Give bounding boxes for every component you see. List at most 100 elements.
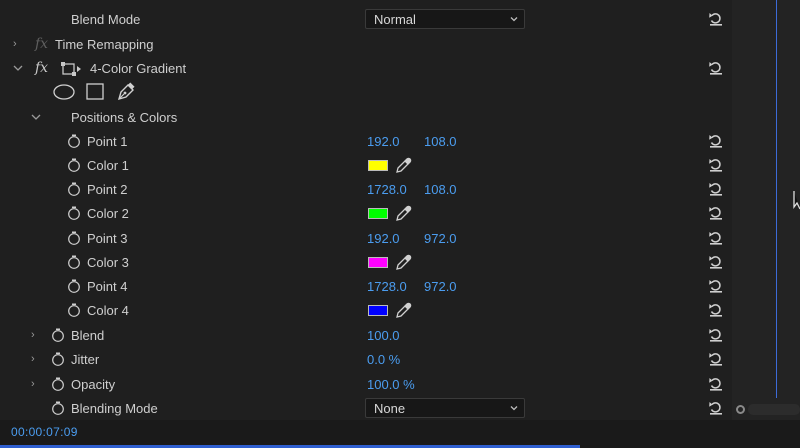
collapse-arrow-icon[interactable]: [13, 64, 23, 72]
time-remapping-label: Time Remapping: [55, 37, 154, 52]
reset-icon[interactable]: [708, 328, 724, 342]
point-1-y-value[interactable]: 108.0: [424, 134, 457, 149]
point-1-label: Point 1: [87, 134, 128, 149]
eyedropper-icon[interactable]: [395, 205, 412, 222]
point-3-y-value[interactable]: 972.0: [424, 231, 457, 246]
expand-arrow-icon[interactable]: ›: [13, 38, 17, 50]
row-opacity: › Opacity 100.0 %: [0, 373, 732, 397]
color-4-label: Color 4: [87, 303, 129, 318]
timecode[interactable]: 00:00:07:09: [11, 425, 78, 439]
zoom-scrollbar[interactable]: [748, 404, 800, 415]
expand-arrow-icon[interactable]: ›: [31, 353, 35, 365]
reset-icon[interactable]: [708, 377, 724, 391]
reset-icon[interactable]: [708, 303, 724, 317]
expand-arrow-icon[interactable]: ›: [31, 329, 35, 341]
stopwatch-icon[interactable]: [51, 377, 65, 391]
reset-icon[interactable]: [708, 158, 724, 172]
row-color-3: Color 3: [0, 251, 732, 275]
mouse-cursor-icon: [793, 191, 800, 210]
blending-mode-dropdown[interactable]: None: [365, 398, 525, 418]
stopwatch-icon[interactable]: [67, 255, 81, 269]
color-4-swatch[interactable]: [368, 305, 388, 316]
stopwatch-icon[interactable]: [51, 401, 65, 415]
blend-mode-value: Normal: [374, 12, 416, 27]
color-3-label: Color 3: [87, 255, 129, 270]
point-4-x-value[interactable]: 1728.0: [367, 279, 407, 294]
positions-colors-label: Positions & Colors: [71, 110, 178, 125]
reset-icon[interactable]: [708, 134, 724, 148]
row-color-2: Color 2: [0, 202, 732, 226]
eyedropper-icon[interactable]: [395, 157, 412, 174]
collapse-arrow-icon[interactable]: [31, 113, 41, 121]
row-4-color-gradient: fx 4-Color Gradient: [0, 57, 732, 81]
color-2-label: Color 2: [87, 206, 129, 221]
reset-icon[interactable]: [708, 61, 724, 75]
row-point-2: Point 2 1728.0 108.0: [0, 178, 732, 202]
gradient-effect-label: 4-Color Gradient: [90, 61, 187, 76]
stopwatch-icon[interactable]: [67, 182, 81, 196]
blend-value[interactable]: 100.0: [367, 328, 400, 343]
point-3-x-value[interactable]: 192.0: [367, 231, 400, 246]
stopwatch-icon[interactable]: [51, 328, 65, 342]
point-2-x-value[interactable]: 1728.0: [367, 182, 407, 197]
color-3-swatch[interactable]: [368, 257, 388, 268]
transform-icon[interactable]: [60, 61, 82, 77]
timeline-area[interactable]: [732, 0, 800, 420]
rectangle-mask-icon[interactable]: [86, 83, 104, 101]
pen-mask-icon[interactable]: [116, 82, 136, 102]
point-4-label: Point 4: [87, 279, 128, 294]
stopwatch-icon[interactable]: [67, 206, 81, 220]
blending-mode-label: Blending Mode: [71, 401, 158, 416]
color-1-swatch[interactable]: [368, 160, 388, 171]
expand-arrow-icon[interactable]: ›: [31, 378, 35, 390]
stopwatch-icon[interactable]: [67, 279, 81, 293]
row-point-4: Point 4 1728.0 972.0: [0, 275, 732, 299]
point-3-label: Point 3: [87, 231, 128, 246]
point-4-y-value[interactable]: 972.0: [424, 279, 457, 294]
playhead[interactable]: [776, 0, 777, 398]
footer-bar: 00:00:07:09: [0, 420, 800, 448]
reset-icon[interactable]: [708, 206, 724, 220]
reset-icon[interactable]: [708, 12, 724, 26]
effect-controls-panel: Blend Mode Normal › fx Time Remapping fx…: [0, 0, 732, 420]
row-blend-mode: Blend Mode Normal: [0, 8, 732, 32]
color-1-label: Color 1: [87, 158, 129, 173]
chevron-down-icon: [510, 406, 518, 411]
fx-icon[interactable]: fx: [35, 60, 48, 76]
jitter-label: Jitter: [71, 352, 100, 367]
blend-mode-label: Blend Mode: [71, 12, 141, 27]
reset-icon[interactable]: [708, 255, 724, 269]
stopwatch-icon[interactable]: [67, 303, 81, 317]
reset-icon[interactable]: [708, 231, 724, 245]
color-2-swatch[interactable]: [368, 208, 388, 219]
ellipse-mask-icon[interactable]: [53, 84, 75, 100]
reset-icon[interactable]: [708, 401, 724, 415]
row-positions-colors: Positions & Colors: [0, 106, 732, 130]
opacity-value[interactable]: 100.0 %: [367, 377, 415, 392]
row-jitter: › Jitter 0.0 %: [0, 348, 732, 372]
point-1-x-value[interactable]: 192.0: [367, 134, 400, 149]
blend-label: Blend: [71, 328, 105, 343]
mask-tools: [0, 80, 732, 104]
point-2-y-value[interactable]: 108.0: [424, 182, 457, 197]
row-blend: › Blend 100.0: [0, 324, 732, 348]
stopwatch-icon[interactable]: [67, 158, 81, 172]
row-time-remapping: › fx Time Remapping: [0, 33, 732, 57]
opacity-label: Opacity: [71, 377, 116, 392]
stopwatch-icon[interactable]: [67, 134, 81, 148]
eyedropper-icon[interactable]: [395, 254, 412, 271]
reset-icon[interactable]: [708, 352, 724, 366]
fx-icon[interactable]: fx: [35, 36, 48, 52]
zoom-scroll-handle[interactable]: [736, 405, 745, 414]
stopwatch-icon[interactable]: [51, 352, 65, 366]
row-color-4: Color 4: [0, 299, 732, 323]
row-blending-mode: Blending Mode None: [0, 397, 732, 421]
jitter-value[interactable]: 0.0 %: [367, 352, 400, 367]
eyedropper-icon[interactable]: [395, 302, 412, 319]
row-color-1: Color 1: [0, 154, 732, 178]
reset-icon[interactable]: [708, 182, 724, 196]
reset-icon[interactable]: [708, 279, 724, 293]
stopwatch-icon[interactable]: [67, 231, 81, 245]
point-2-label: Point 2: [87, 182, 128, 197]
blend-mode-dropdown[interactable]: Normal: [365, 9, 525, 29]
